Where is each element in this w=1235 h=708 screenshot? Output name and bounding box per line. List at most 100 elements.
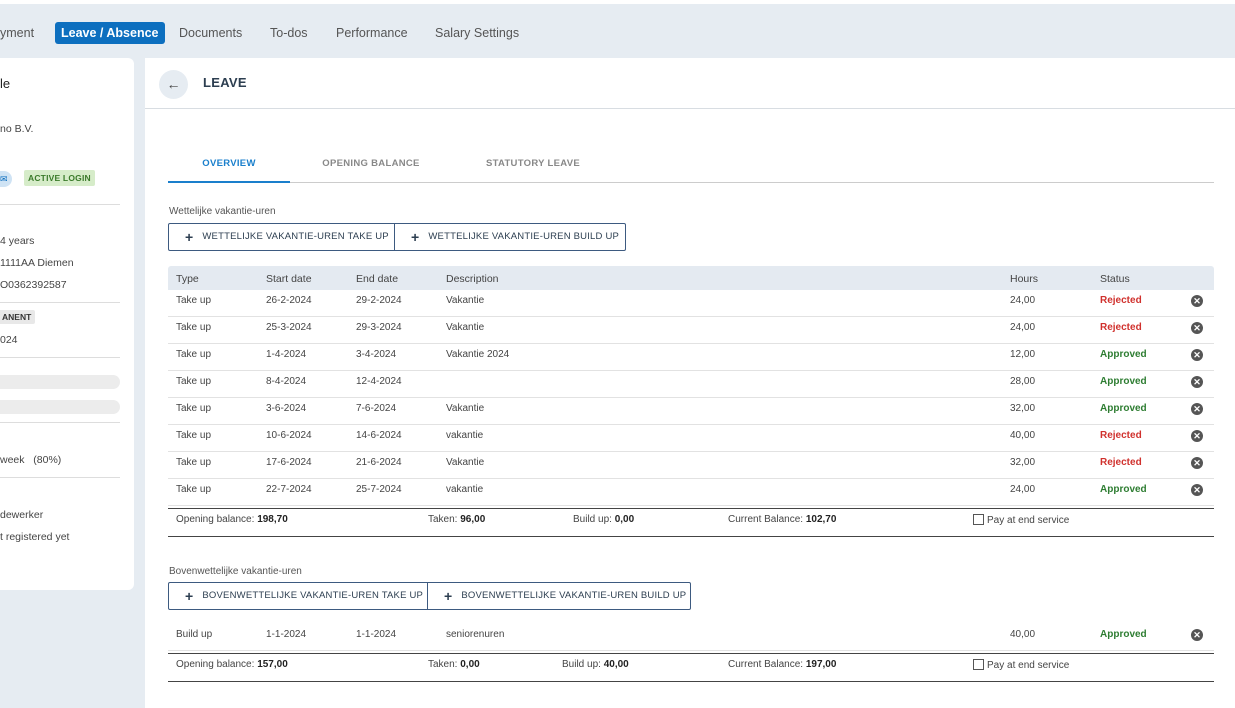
cell-description: seniorenuren — [446, 629, 505, 640]
statutory-take-up-button[interactable]: + WETTELIJKE VAKANTIE-UREN TAKE UP — [169, 224, 394, 250]
cell-hours: 24,00 — [1010, 295, 1036, 306]
column-description: Description — [446, 273, 499, 285]
cell-hours: 24,00 — [1010, 484, 1036, 495]
plus-icon: + — [185, 229, 194, 245]
current-balance: Current Balance: 197,00 — [728, 659, 836, 670]
header-divider — [145, 108, 1235, 109]
delete-icon[interactable]: ✕ — [1191, 349, 1203, 361]
tab-overview[interactable]: OVERVIEW — [168, 150, 290, 183]
cell-status: Rejected — [1100, 430, 1142, 441]
cell-description: Vakantie — [446, 322, 485, 333]
table-row[interactable]: Take up 3-6-2024 7-6-2024 Vakantie 32,00 Appr… — [168, 398, 1214, 425]
employee-address: 1111AA Diemen — [0, 257, 74, 269]
table-row[interactable]: Take up 17-6-2024 21-6-2024 Vakantie 32,00 Re… — [168, 452, 1214, 479]
opening-balance-value: 198,70 — [257, 514, 288, 525]
cell-status: Rejected — [1100, 457, 1142, 468]
button-label: WETTELIJKE VAKANTIE-UREN TAKE UP — [202, 231, 389, 242]
table-row[interactable]: Take up 10-6-2024 14-6-2024 vakantie 40,00 Re… — [168, 425, 1214, 452]
build-up-value: 40,00 — [603, 659, 629, 670]
hours-label: week — [0, 454, 25, 466]
delete-icon[interactable]: ✕ — [1191, 295, 1203, 307]
cell-status: Approved — [1100, 376, 1147, 387]
cell-type: Take up — [176, 295, 212, 306]
contract-date: 024 — [0, 334, 18, 346]
extra-take-up-button[interactable]: + BOVENWETTELIJKE VAKANTIE-UREN TAKE UP — [169, 583, 427, 609]
divider — [0, 204, 120, 205]
taken-label: Taken: — [428, 514, 458, 525]
top-navigation-bar: yment Leave / Absence Documents To-dos P… — [0, 0, 1235, 58]
nav-leave-absence[interactable]: Leave / Absence — [55, 22, 165, 44]
table-row[interactable]: Take up 1-4-2024 3-4-2024 Vakantie 2024 12,0… — [168, 344, 1214, 371]
cell-status: Approved — [1100, 484, 1147, 495]
divider — [0, 422, 120, 423]
delete-icon[interactable]: ✕ — [1191, 376, 1203, 388]
delete-icon[interactable]: ✕ — [1191, 484, 1203, 496]
back-button[interactable]: ← — [159, 70, 188, 99]
cell-start-date: 8-4-2024 — [266, 376, 307, 387]
cell-type: Take up — [176, 376, 212, 387]
current-balance-label: Current Balance: — [728, 659, 804, 670]
divider — [0, 302, 120, 303]
pay-at-end-service[interactable]: Pay at end service — [973, 659, 1069, 671]
nav-performance[interactable]: Performance — [336, 22, 408, 44]
cell-description: vakantie — [446, 430, 484, 441]
plus-icon: + — [444, 588, 453, 604]
cell-start-date: 3-6-2024 — [266, 403, 307, 414]
placeholder-bar — [0, 400, 120, 414]
taken-label: Taken: — [428, 659, 458, 670]
button-label: WETTELIJKE VAKANTIE-UREN BUILD UP — [428, 231, 620, 242]
taken: Taken: 0,00 — [428, 659, 480, 670]
tab-statutory-leave[interactable]: STATUTORY LEAVE — [473, 150, 593, 183]
delete-icon[interactable]: ✕ — [1191, 403, 1203, 415]
company-name: no B.V. — [0, 123, 34, 135]
delete-icon[interactable]: ✕ — [1191, 322, 1203, 334]
delete-icon[interactable]: ✕ — [1191, 629, 1203, 641]
employee-iban: O0362392587 — [0, 279, 67, 291]
cell-hours: 40,00 — [1010, 629, 1036, 640]
cell-description: vakantie — [446, 484, 484, 495]
tab-opening-balance[interactable]: OPENING BALANCE — [308, 150, 434, 183]
table-row[interactable]: Take up 8-4-2024 12-4-2024 28,00 Approved ✕ — [168, 371, 1214, 398]
extra-section-label: Bovenwettelijke vakantie-uren — [169, 566, 302, 577]
button-label: BOVENWETTELIJKE VAKANTIE-UREN TAKE UP — [202, 590, 424, 601]
current-balance-value: 102,70 — [805, 514, 837, 525]
cell-end-date: 1-1-2024 — [356, 629, 397, 640]
cell-type: Build up — [176, 629, 213, 640]
employee-role: dewerker — [0, 509, 44, 521]
cell-start-date: 17-6-2024 — [266, 457, 312, 468]
nav-salary-settings[interactable]: Salary Settings — [435, 22, 519, 44]
statutory-build-up-button[interactable]: + WETTELIJKE VAKANTIE-UREN BUILD UP — [394, 224, 625, 250]
pay-at-end-label: Pay at end service — [987, 660, 1070, 671]
pay-at-end-checkbox[interactable] — [973, 659, 984, 670]
cell-end-date: 29-2-2024 — [356, 295, 402, 306]
table-row[interactable]: Take up 26-2-2024 29-2-2024 Vakantie 24,00 Re… — [168, 290, 1214, 317]
cell-hours: 32,00 — [1010, 457, 1036, 468]
opening-balance-label: Opening balance: — [176, 659, 255, 670]
table-row[interactable]: Take up 25-3-2024 29-3-2024 Vakantie 24,00 Re… — [168, 317, 1214, 344]
nav-documents[interactable]: Documents — [179, 22, 242, 44]
working-hours: week (80%) — [0, 454, 61, 466]
cell-description: Vakantie 2024 — [446, 349, 510, 360]
pay-at-end-checkbox[interactable] — [973, 514, 984, 525]
cell-start-date: 25-3-2024 — [266, 322, 312, 333]
build-up-label: Build up: — [573, 514, 612, 525]
cell-type: Take up — [176, 457, 212, 468]
nav-payment[interactable]: yment — [0, 22, 34, 44]
table-row[interactable]: Take up 22-7-2024 25-7-2024 vakantie 24,00 Ap… — [168, 479, 1214, 506]
build-up-label: Build up: — [562, 659, 601, 670]
delete-icon[interactable]: ✕ — [1191, 457, 1203, 469]
nav-todos[interactable]: To-dos — [270, 22, 308, 44]
table-row[interactable]: Build up 1-1-2024 1-1-2024 seniorenuren 40,0… — [168, 624, 1214, 651]
cell-description: Vakantie — [446, 295, 485, 306]
opening-balance-value: 157,00 — [257, 659, 288, 670]
cell-status: Approved — [1100, 403, 1147, 414]
cell-type: Take up — [176, 403, 212, 414]
extra-build-up-button[interactable]: + BOVENWETTELIJKE VAKANTIE-UREN BUILD UP — [427, 583, 690, 609]
statutory-summary: Opening balance: 198,70 Taken: 96,00 Bui… — [168, 508, 1214, 537]
delete-icon[interactable]: ✕ — [1191, 430, 1203, 442]
email-button[interactable]: ✉ — [0, 171, 12, 187]
column-status: Status — [1100, 273, 1130, 285]
pay-at-end-service[interactable]: Pay at end service — [973, 514, 1069, 526]
opening-balance: Opening balance: 157,00 — [176, 659, 288, 670]
opening-balance: Opening balance: 198,70 — [176, 514, 288, 525]
